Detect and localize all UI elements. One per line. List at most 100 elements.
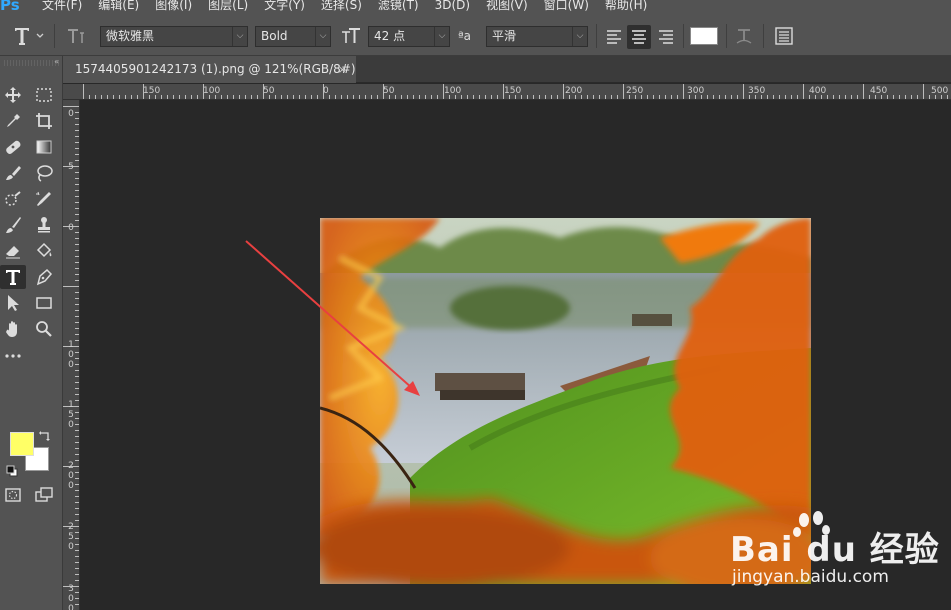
gradient-tool[interactable] <box>31 135 57 159</box>
close-icon[interactable]: × <box>338 56 347 83</box>
eraser-icon <box>6 246 20 259</box>
ruler-label: 50 <box>383 86 395 96</box>
move-icon <box>5 87 21 103</box>
align-center-button[interactable] <box>627 25 651 49</box>
options-bar: 微软雅黑 ⌵ Bold ⌵ 42 点 ⌵ ªa 平滑 ⌵ <box>0 14 951 56</box>
menu-image[interactable]: 图像(I) <box>147 0 200 14</box>
ruler-label: 50 <box>263 86 275 96</box>
text-orientation-toggle[interactable] <box>64 25 88 47</box>
zoom-icon <box>36 321 52 337</box>
screen-mode-icon <box>35 487 53 502</box>
ruler-label: 150 <box>143 86 161 96</box>
rectangular-marquee-icon <box>36 88 52 102</box>
menu-bar: Ps 文件(F) 编辑(E) 图像(I) 图层(L) 文字(Y) 选择(S) 滤… <box>0 0 951 14</box>
tool-preset-picker[interactable] <box>12 24 46 48</box>
align-right-button[interactable] <box>655 26 677 48</box>
crop-tool[interactable] <box>31 109 57 133</box>
screen-mode-button[interactable] <box>31 483 57 507</box>
quick-mask-button[interactable] <box>0 483 26 507</box>
ruler-label: 250 <box>626 86 644 96</box>
warp-text-icon <box>736 29 752 44</box>
document-tab-strip: 1574405901242173 (1).png @ 121%(RGB/8#) … <box>63 56 951 83</box>
quick-selection-tool[interactable] <box>0 187 26 211</box>
ruler-label: 300 <box>687 86 705 96</box>
font-size-value: 42 点 <box>374 29 406 43</box>
align-left-button[interactable] <box>603 26 625 48</box>
warp-text-button[interactable] <box>733 25 755 47</box>
healing-brush-tool[interactable] <box>0 135 26 159</box>
menu-select[interactable]: 选择(S) <box>313 0 370 14</box>
ruler-label: 0 <box>68 223 74 233</box>
brush-icon <box>6 166 21 180</box>
ruler-label: 500 <box>931 86 949 96</box>
menu-filter[interactable]: 滤镜(T) <box>370 0 427 14</box>
menu-edit[interactable]: 编辑(E) <box>90 0 147 14</box>
type-icon <box>6 270 20 285</box>
lasso-tool[interactable] <box>31 161 57 185</box>
chevron-down-icon: ⌵ <box>434 27 449 46</box>
crop-icon <box>36 113 52 129</box>
paint-brush-tool[interactable] <box>0 213 26 237</box>
photoshop-logo: Ps <box>0 0 20 14</box>
type-tool[interactable] <box>0 265 26 289</box>
stamp-icon <box>38 217 50 233</box>
brush-tool[interactable] <box>0 161 26 185</box>
menu-3d[interactable]: 3D(D) <box>427 0 478 14</box>
edit-toolbar-button[interactable] <box>0 343 26 367</box>
font-style-value: Bold <box>261 29 288 43</box>
ruler-label: 100 <box>444 86 462 96</box>
swap-colors-icon[interactable] <box>38 429 52 443</box>
lasso-icon <box>37 165 53 182</box>
antialias-select[interactable]: 平滑 ⌵ <box>486 26 588 47</box>
text-color-swatch[interactable] <box>690 27 718 45</box>
eraser-tool[interactable] <box>0 239 26 263</box>
font-family-select[interactable]: 微软雅黑 ⌵ <box>100 26 248 47</box>
paintbrush-icon <box>6 217 21 233</box>
character-panel-icon <box>775 27 793 45</box>
menu-view[interactable]: 视图(V) <box>478 0 536 14</box>
type-tool-icon <box>15 28 44 45</box>
menu-file[interactable]: 文件(F) <box>34 0 90 14</box>
move-tool[interactable] <box>0 83 26 107</box>
chevron-down-icon: ⌵ <box>572 27 587 46</box>
magic-wand-tool[interactable] <box>31 187 57 211</box>
document-tab[interactable]: 1574405901242173 (1).png @ 121%(RGB/8#) … <box>63 56 356 83</box>
more-icon <box>5 354 21 358</box>
path-selection-tool[interactable] <box>0 291 26 315</box>
font-style-select[interactable]: Bold ⌵ <box>255 26 331 47</box>
panel-grip[interactable] <box>4 60 60 66</box>
photoshop-window: Ps 文件(F) 编辑(E) 图像(I) 图层(L) 文字(Y) 选择(S) 滤… <box>0 0 951 610</box>
ruler-label: 350 <box>748 86 766 96</box>
align-center-icon <box>632 30 646 44</box>
eyedropper-tool[interactable] <box>0 109 26 133</box>
horizontal-ruler[interactable]: 150 100 50 0 50 100 150 200 250 300 350 … <box>63 84 951 100</box>
marquee-tool[interactable] <box>31 83 57 107</box>
hand-tool[interactable] <box>0 317 26 341</box>
ruler-label: 0 <box>68 109 74 119</box>
ruler-label: 1 5 0 <box>68 400 74 430</box>
pen-tool[interactable] <box>31 265 57 289</box>
character-panel-button[interactable] <box>773 25 795 47</box>
watermark-brand: Bai du 经验 <box>730 530 940 570</box>
zoom-tool[interactable] <box>31 317 57 341</box>
quick-mask-icon <box>5 488 21 502</box>
chevron-down-icon: ⌵ <box>315 27 330 46</box>
ruler-label: 0 <box>323 86 329 96</box>
font-size-icon <box>339 25 363 47</box>
ruler-label: 200 <box>565 86 583 96</box>
collapse-icon[interactable]: « <box>54 57 59 66</box>
align-left-icon <box>607 30 621 44</box>
default-colors-icon[interactable] <box>6 462 18 477</box>
menu-type[interactable]: 文字(Y) <box>256 0 313 14</box>
menu-layer[interactable]: 图层(L) <box>200 0 256 14</box>
rectangle-tool[interactable] <box>31 291 57 315</box>
clone-stamp-tool[interactable] <box>31 213 57 237</box>
gradient-icon <box>36 140 52 154</box>
vertical-ruler[interactable]: 0 5 0 1 0 0 1 5 0 2 0 0 2 5 0 3 0 0 <box>63 100 80 610</box>
foreground-color-swatch[interactable] <box>10 432 34 456</box>
font-size-select[interactable]: 42 点 ⌵ <box>368 26 450 47</box>
paint-bucket-tool[interactable] <box>31 239 57 263</box>
menu-help[interactable]: 帮助(H) <box>597 0 655 14</box>
antialias-label: ªa <box>458 29 472 43</box>
menu-window[interactable]: 窗口(W) <box>536 0 597 14</box>
